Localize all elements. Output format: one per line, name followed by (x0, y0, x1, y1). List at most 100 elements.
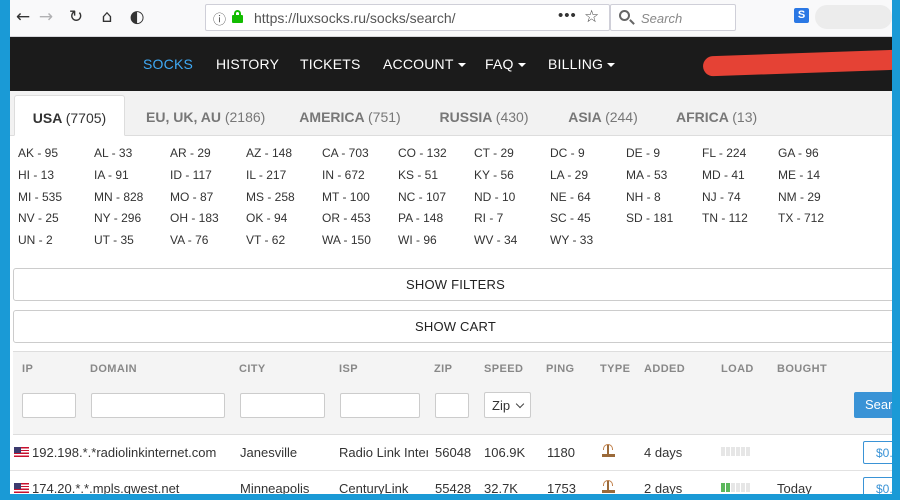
state-link[interactable]: GA - 96 (778, 146, 854, 168)
state-link[interactable]: RI - 7 (474, 211, 550, 233)
show-filters-button[interactable]: SHOW FILTERS (13, 268, 892, 301)
state-link[interactable]: SC - 45 (550, 211, 626, 233)
col-speed[interactable]: SPEED (484, 363, 523, 375)
nav-faq[interactable]: FAQ (485, 56, 526, 72)
col-zip[interactable]: ZIP (434, 363, 452, 375)
state-link[interactable]: NY - 296 (94, 211, 170, 233)
state-link[interactable]: FL - 224 (702, 146, 778, 168)
col-load[interactable]: LOAD (721, 363, 754, 375)
state-link[interactable]: TN - 112 (702, 211, 778, 233)
col-ping[interactable]: PING (546, 363, 575, 375)
isp-filter-input[interactable] (340, 393, 420, 418)
state-link[interactable]: MO - 87 (170, 190, 246, 212)
state-link[interactable]: CA - 703 (322, 146, 398, 168)
state-link[interactable]: WA - 150 (322, 233, 398, 255)
nav-socks[interactable]: SOCKS (143, 56, 193, 72)
show-cart-button[interactable]: SHOW CART (13, 310, 892, 343)
tab-russia[interactable]: RUSSIA (430) (438, 95, 530, 136)
state-link[interactable]: ID - 117 (170, 168, 246, 190)
tab-africa[interactable]: AFRICA (13) (676, 95, 757, 136)
state-link[interactable]: VT - 62 (246, 233, 322, 255)
col-ip[interactable]: IP (22, 363, 33, 375)
browser-search-input[interactable]: Search (610, 4, 736, 31)
state-link[interactable]: NH - 8 (626, 190, 702, 212)
bookmark-star-icon[interactable]: ☆ (584, 7, 599, 27)
home-icon[interactable]: ⌂ (97, 7, 117, 27)
state-link[interactable]: IL - 217 (246, 168, 322, 190)
tab-asia[interactable]: ASIA (244) (566, 95, 640, 136)
state-link[interactable]: AK - 95 (18, 146, 94, 168)
state-link[interactable]: AZ - 148 (246, 146, 322, 168)
table-row[interactable]: 174.20.*.*.mpls.qwest.net Minneapolis Ce… (10, 471, 892, 494)
col-city[interactable]: CITY (239, 363, 266, 375)
state-link[interactable]: NC - 107 (398, 190, 474, 212)
tracking-shield-icon[interactable]: ◐ (127, 7, 147, 27)
state-link[interactable]: NV - 25 (18, 211, 94, 233)
state-link[interactable]: MI - 535 (18, 190, 94, 212)
speed-zip-select[interactable]: Zip (484, 392, 531, 418)
state-link[interactable]: KS - 51 (398, 168, 474, 190)
buy-button[interactable]: $0. (863, 477, 892, 494)
state-link[interactable]: OK - 94 (246, 211, 322, 233)
nav-account[interactable]: ACCOUNT (383, 56, 466, 72)
state-link[interactable]: AL - 33 (94, 146, 170, 168)
state-link[interactable]: SD - 181 (626, 211, 702, 233)
state-link[interactable]: AR - 29 (170, 146, 246, 168)
state-link[interactable]: DE - 9 (626, 146, 702, 168)
state-link[interactable]: NE - 64 (550, 190, 626, 212)
state-link[interactable]: OH - 183 (170, 211, 246, 233)
state-link[interactable]: UN - 2 (18, 233, 94, 255)
ip-filter-input[interactable] (22, 393, 76, 418)
state-link[interactable]: WY - 33 (550, 233, 626, 255)
tab-eu-uk-au[interactable]: EU, UK, AU (2186) (146, 95, 265, 136)
state-link[interactable]: MT - 100 (322, 190, 398, 212)
state-link[interactable]: IA - 91 (94, 168, 170, 190)
state-link[interactable]: MD - 41 (702, 168, 778, 190)
nav-billing[interactable]: BILLING (548, 56, 616, 72)
state-link[interactable]: WI - 96 (398, 233, 474, 255)
state-link[interactable]: VA - 76 (170, 233, 246, 255)
forward-icon[interactable]: → (36, 7, 56, 27)
state-link[interactable]: CT - 29 (474, 146, 550, 168)
info-icon[interactable]: ⓘ (213, 9, 226, 28)
col-added[interactable]: ADDED (644, 363, 685, 375)
search-button[interactable]: Search (854, 392, 892, 418)
col-domain[interactable]: DOMAIN (90, 363, 137, 375)
reload-icon[interactable]: ↻ (66, 7, 86, 27)
tab-usa[interactable]: USA (7705) (14, 95, 125, 136)
state-link[interactable]: IN - 672 (322, 168, 398, 190)
state-link[interactable]: ND - 10 (474, 190, 550, 212)
back-icon[interactable]: ← (13, 7, 33, 27)
url-text[interactable]: https://luxsocks.ru/socks/search/ (254, 10, 456, 26)
state-link[interactable]: HI - 13 (18, 168, 94, 190)
state-link[interactable]: CO - 132 (398, 146, 474, 168)
col-bought[interactable]: BOUGHT (777, 363, 827, 375)
state-link[interactable]: MN - 828 (94, 190, 170, 212)
state-link[interactable]: MA - 53 (626, 168, 702, 190)
nav-tickets[interactable]: TICKETS (300, 56, 361, 72)
url-bar[interactable]: ⓘ https://luxsocks.ru/socks/search/ ••• … (205, 4, 610, 31)
state-link[interactable]: WV - 34 (474, 233, 550, 255)
buy-button[interactable]: $0. (863, 441, 892, 464)
state-link[interactable]: OR - 453 (322, 211, 398, 233)
state-link[interactable]: UT - 35 (94, 233, 170, 255)
domain-filter-input[interactable] (91, 393, 225, 418)
state-link[interactable]: TX - 712 (778, 211, 854, 233)
state-link[interactable]: DC - 9 (550, 146, 626, 168)
zip-filter-input[interactable] (435, 393, 469, 418)
state-link[interactable]: NM - 29 (778, 190, 854, 212)
col-type[interactable]: TYPE (600, 363, 630, 375)
state-link[interactable]: MS - 258 (246, 190, 322, 212)
col-isp[interactable]: ISP (339, 363, 358, 375)
table-row[interactable]: 192.198.*.*radiolinkinternet.com Janesvi… (10, 435, 892, 471)
city-filter-input[interactable] (240, 393, 325, 418)
tab-america[interactable]: AMERICA (751) (298, 95, 402, 136)
state-link[interactable]: ME - 14 (778, 168, 854, 190)
extension-icon[interactable]: S (794, 8, 809, 23)
state-link[interactable]: KY - 56 (474, 168, 550, 190)
page-actions-icon[interactable]: ••• (558, 7, 577, 24)
state-link[interactable]: PA - 148 (398, 211, 474, 233)
state-link[interactable]: NJ - 74 (702, 190, 778, 212)
profile-area[interactable] (815, 5, 892, 29)
nav-history[interactable]: HISTORY (216, 56, 279, 72)
